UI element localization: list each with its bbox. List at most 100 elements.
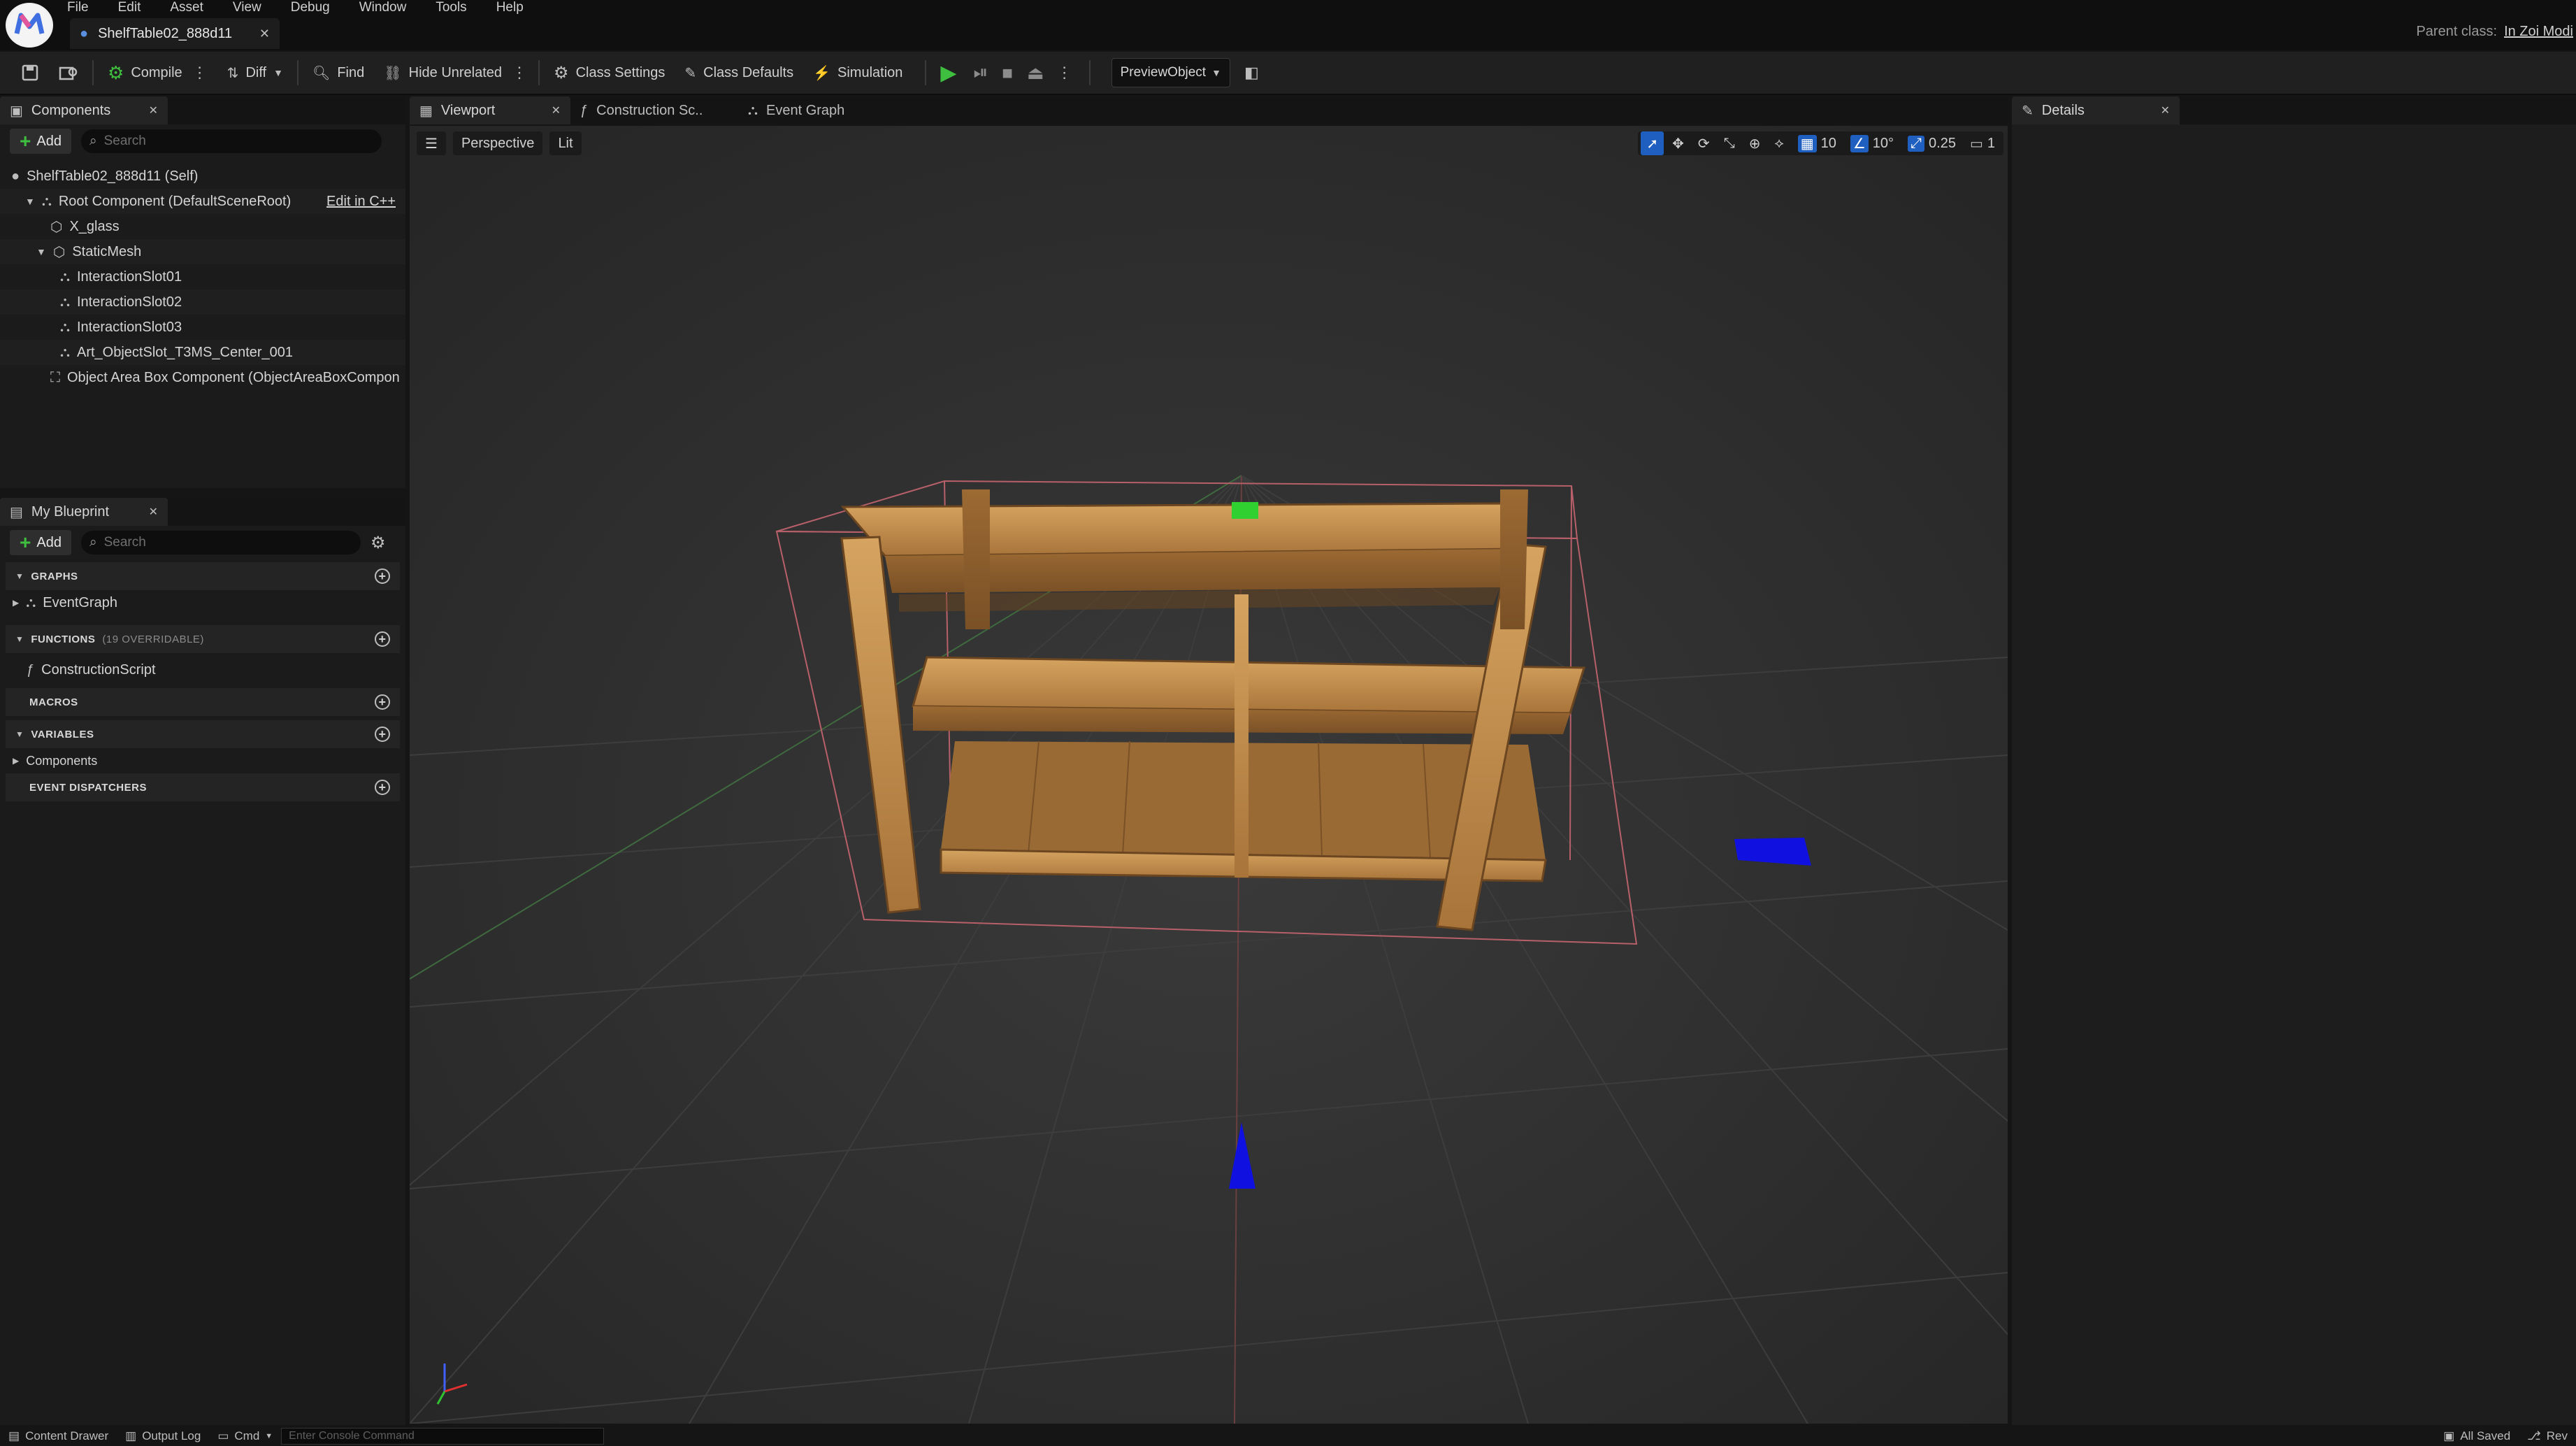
select-mode-icon[interactable]: ➚ bbox=[1641, 131, 1664, 155]
preview-object-dropdown[interactable]: PreviewObject ▼ bbox=[1111, 58, 1230, 87]
more-options-icon[interactable]: ⋮ bbox=[512, 64, 527, 82]
tree-item-static-mesh[interactable]: ▼ ⬡ StaticMesh bbox=[0, 239, 405, 264]
revision-control-button[interactable]: ⎇ Rev bbox=[2519, 1426, 2576, 1446]
menu-tools[interactable]: Tools bbox=[436, 0, 466, 15]
my-blueprint-toolbar: + Add ⌕ Search ⚙ bbox=[0, 526, 405, 559]
menu-view[interactable]: View bbox=[233, 0, 261, 15]
scale-icon[interactable]: ⤡ bbox=[1718, 131, 1741, 155]
tree-item-object-area-box[interactable]: ⛶ Object Area Box Component (ObjectAreaB… bbox=[0, 365, 405, 390]
close-icon[interactable]: ✕ bbox=[149, 103, 158, 117]
shelf-table-mesh[interactable] bbox=[840, 489, 1586, 931]
menu-window[interactable]: Window bbox=[359, 0, 407, 15]
chevron-down-icon[interactable]: ▼ bbox=[36, 246, 46, 257]
viewport-menu-icon[interactable]: ☰ bbox=[417, 131, 446, 155]
content-drawer-button[interactable]: ▤ Content Drawer bbox=[0, 1426, 117, 1446]
tree-item-interaction-slot-02[interactable]: ⛬ InteractionSlot02 bbox=[0, 289, 405, 315]
add-macro-icon[interactable]: + bbox=[375, 694, 390, 710]
viewport[interactable]: ☰ Perspective Lit ➚ ✥ ⟳ ⤡ ⊕ ⟡ ▦ 10 ∠ 10°… bbox=[410, 126, 2008, 1424]
variable-category-components[interactable]: ▶ Components bbox=[6, 748, 400, 773]
menu-file[interactable]: File bbox=[67, 0, 89, 15]
chevron-down-icon[interactable]: ▼ bbox=[25, 196, 35, 207]
viewport-scene[interactable] bbox=[410, 126, 2008, 1424]
find-button[interactable]: 🔍︎ Find bbox=[303, 57, 374, 88]
add-event-dispatcher-icon[interactable]: + bbox=[375, 780, 390, 795]
surface-snap-icon[interactable]: ⟡ bbox=[1769, 131, 1789, 155]
console-input[interactable]: Enter Console Command bbox=[281, 1428, 605, 1445]
tab-construction-script[interactable]: ƒ Construction Sc.. bbox=[570, 96, 738, 124]
tab-viewport[interactable]: ▦ Viewport ✕ bbox=[410, 96, 570, 124]
graph-item-event-graph[interactable]: ▶ ⛬ EventGraph bbox=[6, 590, 400, 615]
section-event-dispatchers-label: EVENT DISPATCHERS bbox=[29, 781, 147, 794]
menu-asset[interactable]: Asset bbox=[170, 0, 203, 15]
camera-speed-button[interactable]: ▭ 1 bbox=[1964, 131, 2001, 155]
play-icon[interactable]: ▶ bbox=[930, 57, 966, 88]
tab-my-blueprint[interactable]: ▤ My Blueprint ✕ bbox=[0, 498, 168, 526]
class-settings-button[interactable]: ⚙ Class Settings bbox=[544, 57, 675, 88]
add-function-icon[interactable]: + bbox=[375, 631, 390, 647]
class-defaults-button[interactable]: ✎ Class Defaults bbox=[675, 57, 803, 88]
lit-button[interactable]: Lit bbox=[549, 131, 582, 155]
tree-item-interaction-slot-03[interactable]: ⛬ InteractionSlot03 bbox=[0, 315, 405, 340]
document-tab[interactable]: ● ShelfTable02_888d11 ✕ bbox=[70, 18, 280, 49]
gear-icon[interactable]: ⚙ bbox=[370, 533, 386, 553]
tree-item-x-glass[interactable]: ⬡ X_glass bbox=[0, 214, 405, 239]
preview-settings-icon[interactable]: ◧ bbox=[1244, 64, 1259, 82]
hide-unrelated-button[interactable]: ⛓ Hide Unrelated bbox=[374, 57, 512, 88]
parent-class-link[interactable]: In Zoi Modi bbox=[2504, 24, 2573, 40]
add-variable-icon[interactable]: + bbox=[375, 726, 390, 742]
tab-components[interactable]: ▣ Components ✕ bbox=[0, 96, 168, 124]
close-icon[interactable]: ✕ bbox=[552, 103, 561, 117]
add-component-button[interactable]: + Add bbox=[10, 129, 71, 154]
add-member-button[interactable]: + Add bbox=[10, 530, 71, 555]
save-icon[interactable] bbox=[11, 57, 49, 88]
section-event-dispatchers[interactable]: EVENT DISPATCHERS + bbox=[6, 773, 400, 801]
rotate-icon[interactable]: ⟳ bbox=[1692, 131, 1715, 155]
edit-in-cpp-link[interactable]: Edit in C++ bbox=[326, 194, 396, 210]
tab-details[interactable]: ✎ Details ✕ bbox=[2012, 96, 2180, 124]
compile-button[interactable]: ⚙ Compile bbox=[98, 57, 192, 88]
camera-speed-value: 1 bbox=[1987, 135, 1995, 151]
function-item-construction-script[interactable]: ƒ ConstructionScript bbox=[6, 657, 400, 682]
step-icon[interactable]: ⏯ bbox=[973, 62, 988, 84]
eject-icon[interactable]: ⏏ bbox=[1027, 62, 1044, 84]
chevron-right-icon[interactable]: ▶ bbox=[13, 756, 19, 766]
app-logo-icon[interactable] bbox=[6, 3, 53, 48]
close-icon[interactable]: ✕ bbox=[149, 505, 158, 519]
tree-item-interaction-slot-01[interactable]: ⛬ InteractionSlot01 bbox=[0, 264, 405, 289]
section-variables[interactable]: ▼ VARIABLES + bbox=[6, 720, 400, 748]
close-icon[interactable]: ✕ bbox=[259, 27, 270, 41]
components-search-input[interactable]: ⌕ Search bbox=[80, 129, 382, 153]
translate-icon[interactable]: ✥ bbox=[1667, 131, 1690, 155]
scale-snap-toggle[interactable]: ⤢ 0.25 bbox=[1902, 131, 1962, 155]
perspective-button[interactable]: Perspective bbox=[452, 131, 543, 155]
close-icon[interactable]: ✕ bbox=[2161, 103, 2170, 117]
add-graph-icon[interactable]: + bbox=[375, 568, 390, 584]
world-local-icon[interactable]: ⊕ bbox=[1743, 131, 1766, 155]
section-functions[interactable]: ▼ FUNCTIONS (19 OVERRIDABLE) + bbox=[6, 625, 400, 653]
output-log-button[interactable]: ▥ Output Log bbox=[117, 1426, 209, 1446]
menu-debug[interactable]: Debug bbox=[291, 0, 330, 15]
chevron-right-icon[interactable]: ▶ bbox=[13, 598, 19, 608]
section-graphs[interactable]: ▼ GRAPHS + bbox=[6, 562, 400, 590]
cmd-dropdown[interactable]: ▭ Cmd ▼ bbox=[209, 1426, 281, 1446]
section-macros[interactable]: MACROS + bbox=[6, 688, 400, 716]
rotation-snap-toggle[interactable]: ∠ 10° bbox=[1845, 131, 1899, 155]
grid-snap-toggle[interactable]: ▦ 10 bbox=[1792, 131, 1842, 155]
tree-item-art-object-slot[interactable]: ⛬ Art_ObjectSlot_T3MS_Center_001 bbox=[0, 340, 405, 365]
tab-event-graph[interactable]: ⛬ Event Graph bbox=[738, 96, 892, 124]
function-icon: ƒ bbox=[580, 102, 589, 118]
tree-item-self[interactable]: ● ShelfTable02_888d11 (Self) bbox=[0, 164, 405, 189]
stop-icon[interactable]: ■ bbox=[1002, 62, 1013, 84]
diff-button[interactable]: ⇅ Diff ▼ bbox=[217, 57, 293, 88]
tree-item-root-component[interactable]: ▼ ⛬ Root Component (DefaultSceneRoot) Ed… bbox=[0, 189, 405, 214]
more-options-icon[interactable]: ⋮ bbox=[1057, 64, 1072, 82]
browse-icon[interactable] bbox=[49, 57, 88, 88]
simulation-button[interactable]: ⚡ Simulation bbox=[803, 57, 912, 88]
menu-edit[interactable]: Edit bbox=[118, 0, 141, 15]
blueprint-search-input[interactable]: ⌕ Search bbox=[80, 531, 361, 554]
all-saved-indicator[interactable]: ▣ All Saved bbox=[2435, 1426, 2519, 1446]
interaction-slot-marker[interactable] bbox=[1232, 502, 1258, 519]
more-options-icon[interactable]: ⋮ bbox=[192, 64, 208, 82]
menu-help[interactable]: Help bbox=[496, 0, 524, 15]
section-graphs-label: GRAPHS bbox=[31, 570, 78, 582]
